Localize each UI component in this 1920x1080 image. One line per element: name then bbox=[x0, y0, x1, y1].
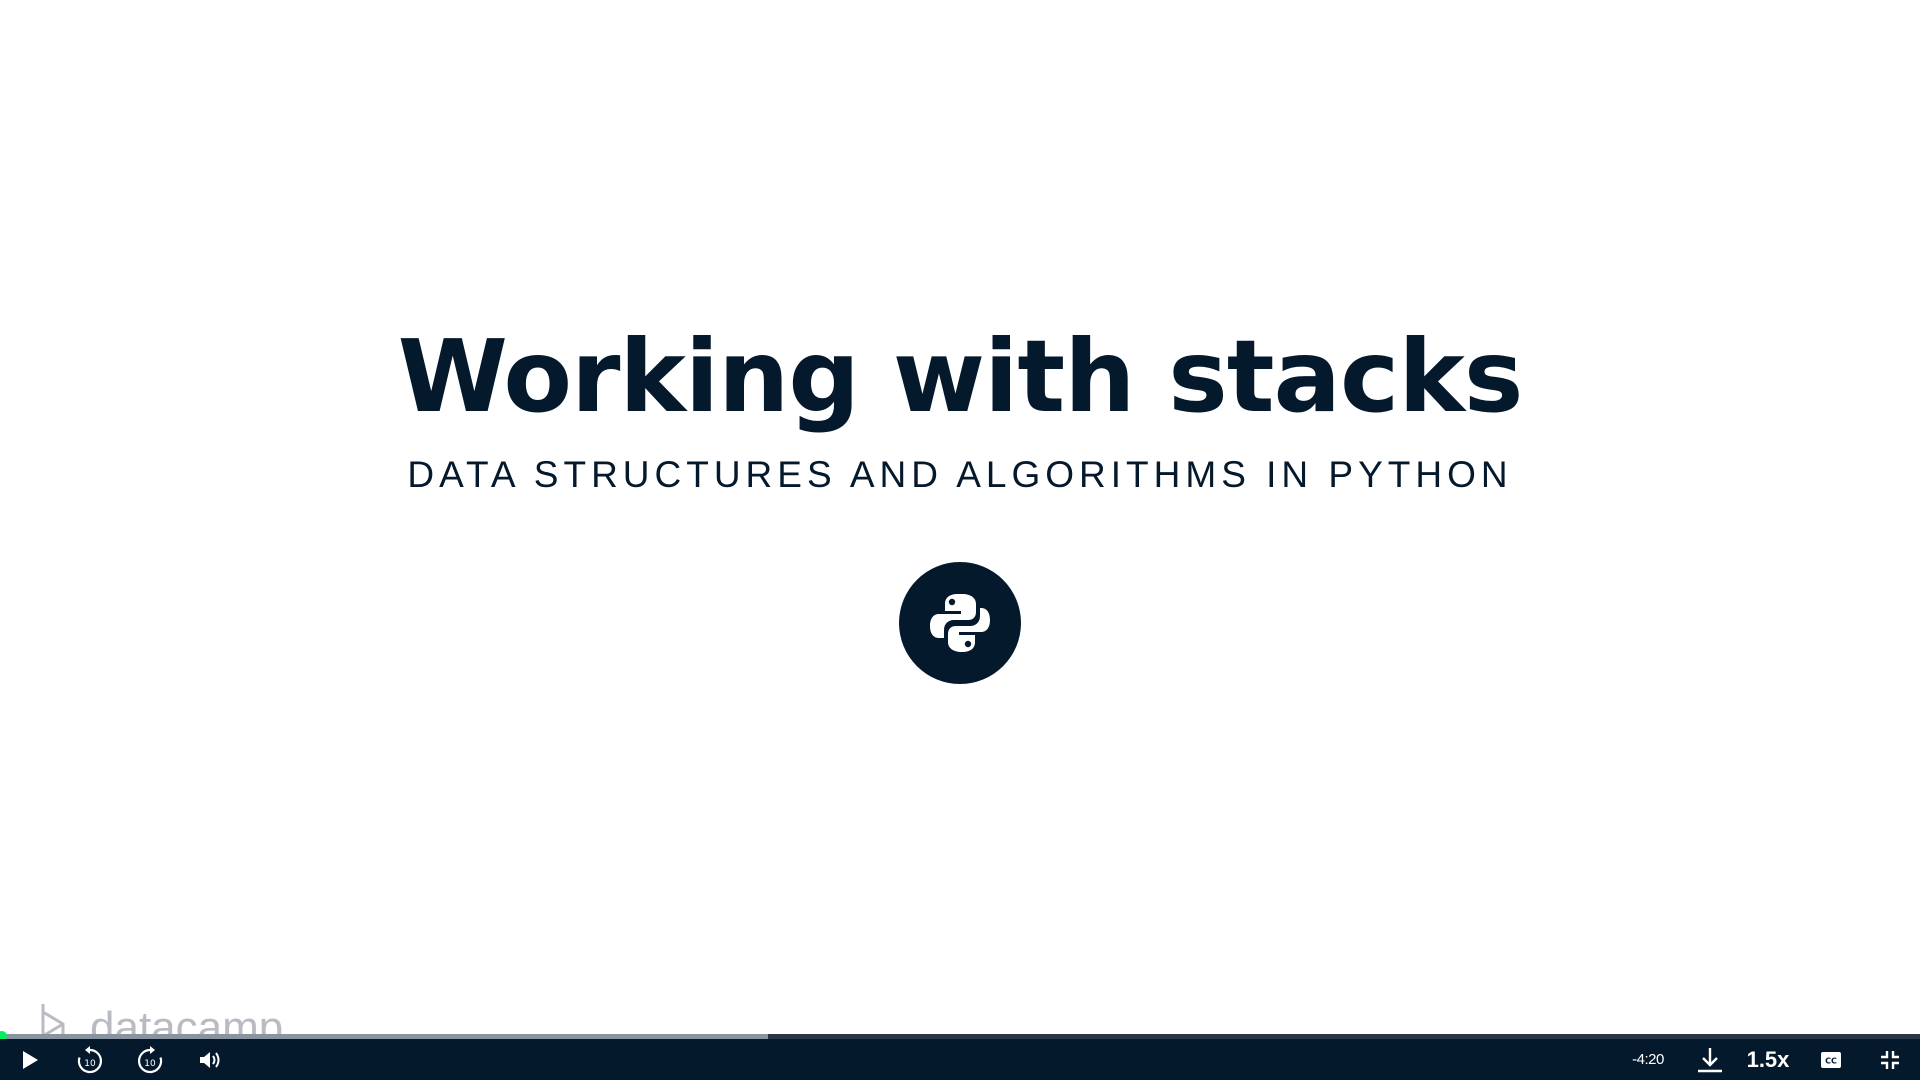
download-button[interactable] bbox=[1692, 1039, 1728, 1080]
datacamp-watermark: datacamp bbox=[40, 1002, 283, 1034]
video-controls: 10 10 -4:20 1.5x CC bbox=[0, 1039, 1920, 1080]
exit-fullscreen-button[interactable] bbox=[1872, 1039, 1908, 1080]
forward-10-button[interactable]: 10 bbox=[130, 1039, 170, 1080]
watermark-text: datacamp bbox=[90, 1003, 284, 1035]
play-button[interactable] bbox=[12, 1039, 48, 1080]
playback-speed: 1.5x bbox=[1746, 1046, 1790, 1072]
svg-text:10: 10 bbox=[144, 1059, 156, 1069]
python-logo bbox=[899, 562, 1021, 684]
play-icon bbox=[23, 1050, 38, 1069]
time-remaining: -4:20 bbox=[1632, 1051, 1664, 1068]
rewind-10-icon: 10 bbox=[77, 1045, 102, 1073]
rewind-10-button[interactable]: 10 bbox=[70, 1039, 110, 1080]
video-slide: Working with stacks DATA STRUCTURES AND … bbox=[0, 0, 1920, 1034]
download-icon bbox=[1698, 1047, 1722, 1072]
svg-text:10: 10 bbox=[84, 1059, 96, 1069]
datacamp-logo-icon bbox=[41, 1004, 65, 1034]
slide-subtitle: DATA STRUCTURES AND ALGORITHMS IN PYTHON bbox=[407, 454, 1513, 495]
captions-button[interactable]: CC bbox=[1814, 1039, 1848, 1080]
playback-speed-button[interactable]: 1.5x bbox=[1744, 1039, 1792, 1080]
volume-icon bbox=[200, 1051, 220, 1068]
python-logo-icon bbox=[930, 594, 990, 652]
forward-10-icon: 10 bbox=[138, 1045, 163, 1073]
volume-button[interactable] bbox=[192, 1039, 228, 1080]
svg-text:CC: CC bbox=[1825, 1056, 1837, 1065]
closed-captions-icon: CC bbox=[1821, 1051, 1841, 1068]
exit-fullscreen-icon bbox=[1881, 1050, 1899, 1069]
slide-title: Working with stacks bbox=[397, 318, 1524, 435]
